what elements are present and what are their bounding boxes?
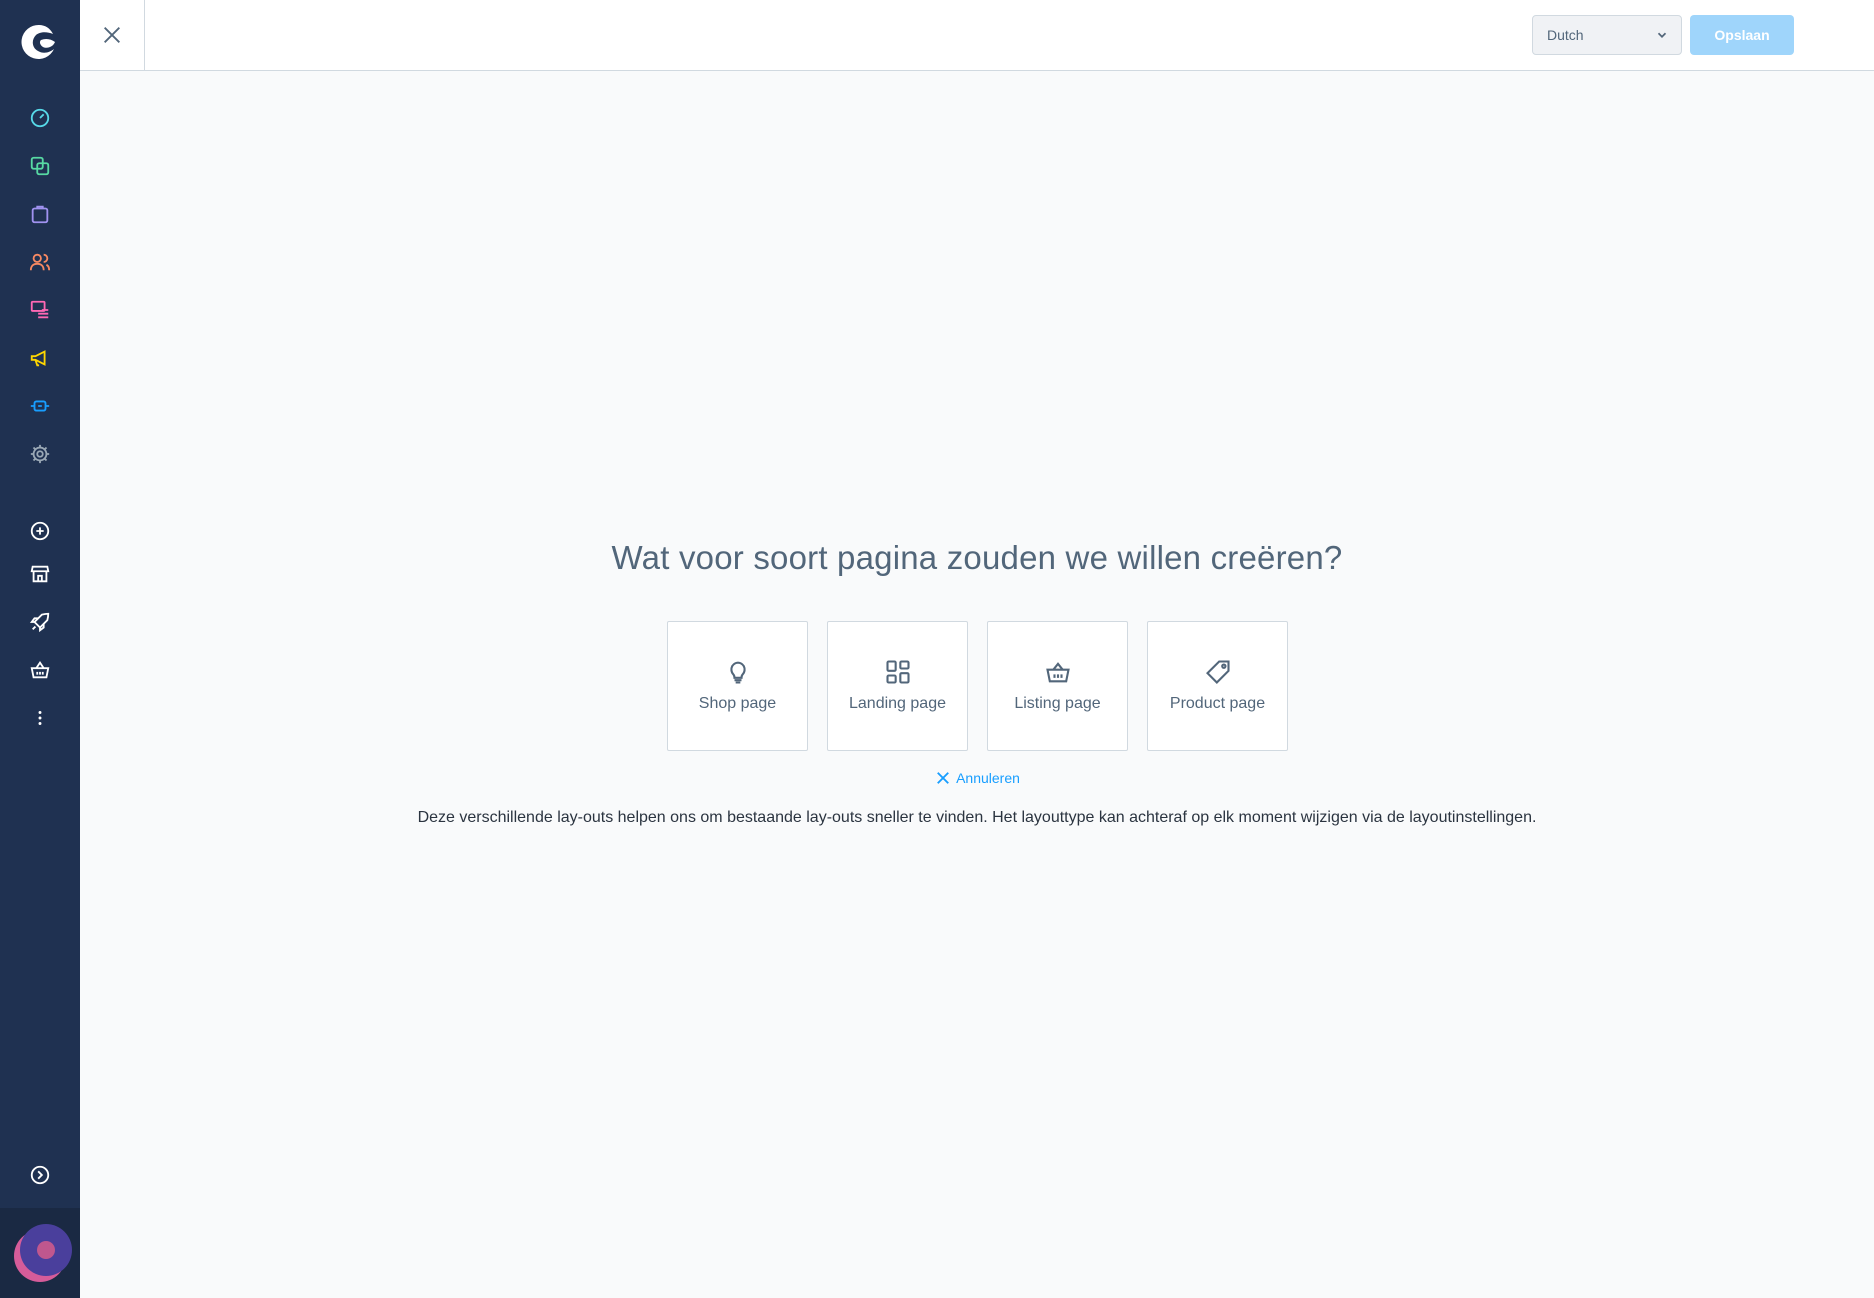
cancel-label: Annuleren xyxy=(956,770,1020,786)
collapse-icon[interactable] xyxy=(24,1159,56,1191)
editor-topbar: Dutch Opslaan xyxy=(80,0,1874,71)
sidebar-footer xyxy=(0,1208,80,1298)
page-type-label: Product page xyxy=(1169,695,1266,712)
customers-icon[interactable] xyxy=(24,246,56,278)
basket-icon xyxy=(1045,662,1070,683)
layout-grid-icon xyxy=(885,660,910,684)
more-icon[interactable] xyxy=(24,702,56,734)
lightbulb-icon xyxy=(729,661,746,684)
page-type-card-shop[interactable]: Shop page xyxy=(667,621,808,751)
page-type-label: Shop page xyxy=(698,695,777,712)
language-select[interactable]: Dutch xyxy=(1532,15,1682,55)
orders-icon[interactable] xyxy=(24,198,56,230)
page-type-card-landing[interactable]: Landing page xyxy=(827,621,968,751)
avatar-dot xyxy=(37,1241,55,1259)
chevron-down-icon xyxy=(1657,32,1667,38)
layout-hint-text: Deze verschillende lay-outs helpen ons o… xyxy=(417,809,1537,826)
extensions-icon[interactable] xyxy=(24,390,56,422)
save-button[interactable]: Opslaan xyxy=(1690,15,1794,55)
page-type-card-product[interactable]: Product page xyxy=(1147,621,1288,751)
page-title: Wat voor soort pagina zouden we willen c… xyxy=(611,539,1343,576)
catalogues-icon[interactable] xyxy=(24,150,56,182)
content-icon[interactable] xyxy=(24,294,56,326)
close-button[interactable] xyxy=(80,0,145,70)
page-type-list: Shop page Landing page Listing page Prod… xyxy=(667,621,1288,751)
settings-icon[interactable] xyxy=(24,438,56,470)
cancel-link[interactable]: Annuleren xyxy=(80,769,1874,787)
rocket-icon[interactable] xyxy=(24,606,56,638)
marketing-icon[interactable] xyxy=(24,342,56,374)
page-type-label: Landing page xyxy=(849,695,946,712)
page-type-card-listing[interactable]: Listing page xyxy=(987,621,1128,751)
layout-type-chooser: Wat voor soort pagina zouden we willen c… xyxy=(80,71,1874,1298)
close-icon xyxy=(104,27,120,43)
shopware-logo-icon[interactable] xyxy=(19,22,59,62)
add-sales-channel-icon[interactable] xyxy=(24,515,56,547)
basket-icon[interactable] xyxy=(24,654,56,686)
storefront-icon[interactable] xyxy=(24,558,56,590)
avatar[interactable] xyxy=(20,1224,72,1276)
dashboard-icon[interactable] xyxy=(24,102,56,134)
page-type-label: Listing page xyxy=(1014,695,1101,712)
close-icon xyxy=(937,772,949,784)
language-select-value: Dutch xyxy=(1547,27,1584,43)
admin-sidebar xyxy=(0,0,80,1298)
tag-icon xyxy=(1205,660,1230,684)
